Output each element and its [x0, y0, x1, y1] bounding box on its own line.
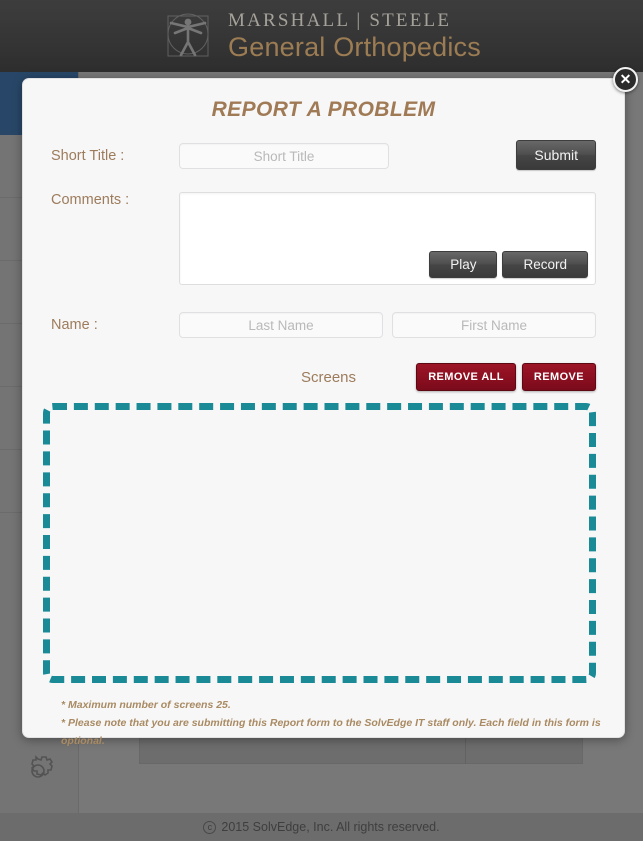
name-label: Name :: [51, 317, 98, 333]
remove-button[interactable]: REMOVE: [521, 363, 596, 391]
record-button[interactable]: Record: [502, 251, 588, 278]
note-disclaimer: * Please note that you are submitting th…: [61, 716, 601, 747]
remove-all-button[interactable]: REMOVE ALL: [416, 363, 516, 391]
name-row: Name : Last Name First Name: [23, 312, 624, 338]
screens-label: Screens: [301, 368, 357, 386]
comments-textarea[interactable]: Play Record: [179, 192, 596, 285]
screens-row: Screens REMOVE ALL REMOVE: [23, 363, 624, 391]
note-max-screens: * Maximum number of screens 25.: [61, 699, 231, 711]
submit-button[interactable]: Submit: [516, 140, 596, 170]
last-name-input[interactable]: Last Name: [179, 312, 383, 338]
submit-wrap: Submit: [516, 140, 596, 170]
short-title-label: Short Title :: [51, 148, 125, 164]
screens-dropzone[interactable]: [43, 403, 596, 683]
dialog-notes: * Maximum number of screens 25. * Please…: [23, 683, 624, 751]
screens-actions: REMOVE ALL REMOVE: [416, 363, 596, 391]
report-problem-dialog: ✕ REPORT A PROBLEM Short Title : Short T…: [22, 67, 638, 747]
short-title-input[interactable]: Short Title: [179, 143, 389, 169]
comments-row: Comments : Play Record: [23, 192, 624, 285]
close-icon[interactable]: ✕: [613, 67, 638, 92]
first-name-input[interactable]: First Name: [392, 312, 596, 338]
media-buttons: Play Record: [429, 251, 588, 278]
app-root: MARSHALL | STEELE General Orthopedics ❮: [0, 0, 643, 841]
comments-label: Comments :: [51, 192, 130, 208]
short-title-row: Short Title : Short Title Submit: [23, 140, 624, 170]
dialog-title: REPORT A PROBLEM: [211, 98, 436, 121]
play-button[interactable]: Play: [429, 251, 498, 278]
